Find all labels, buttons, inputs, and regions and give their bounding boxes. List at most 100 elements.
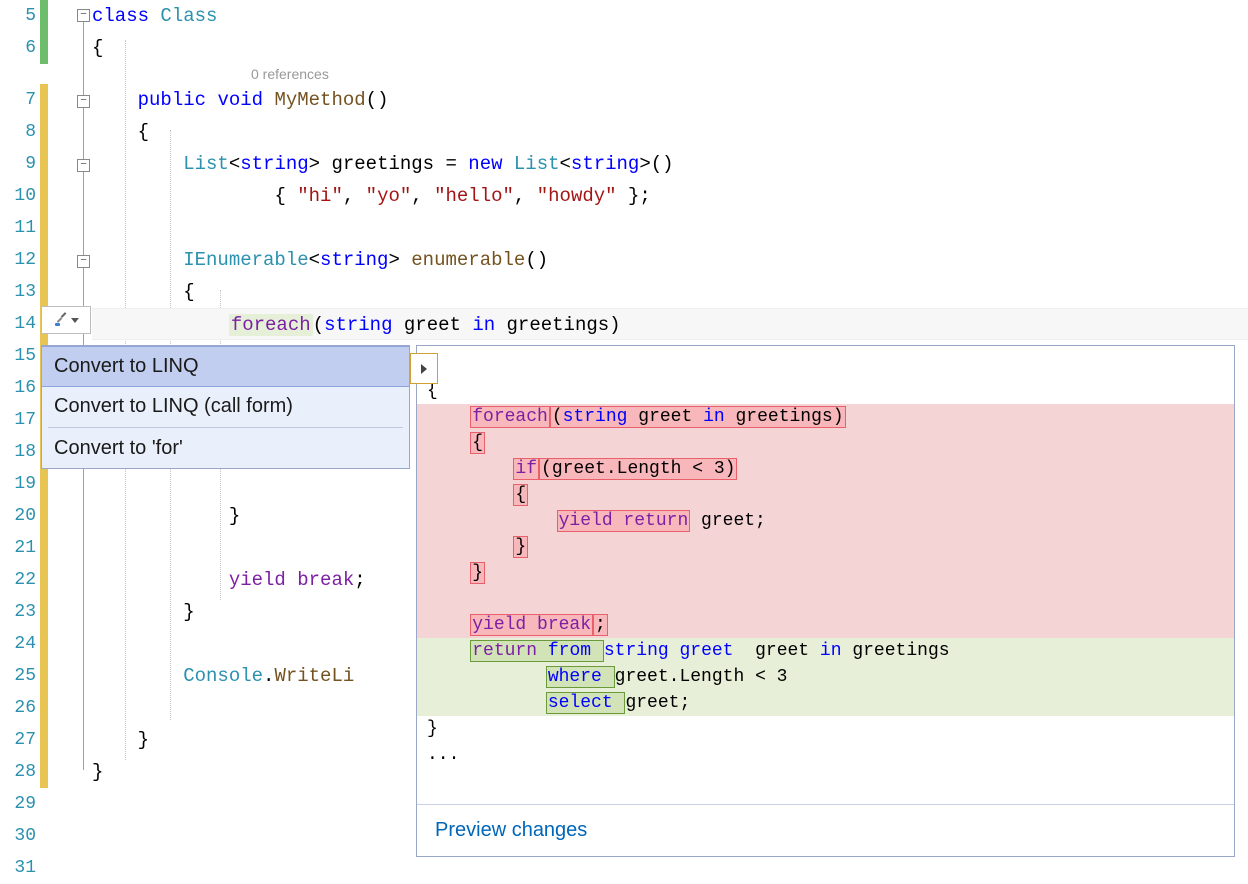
method-name: enumerable	[411, 249, 525, 271]
codelens[interactable]: 0 references	[251, 64, 329, 84]
quick-action-button[interactable]	[41, 306, 91, 334]
code-line-highlighted[interactable]: foreach(string greet in greetings)	[92, 308, 1248, 340]
line-number: 8	[0, 116, 36, 148]
menu-item-convert-linq-call[interactable]: Convert to LINQ (call form)	[42, 387, 409, 426]
brace: {	[92, 37, 103, 59]
line-number: 20	[0, 500, 36, 532]
code-line[interactable]	[92, 212, 1248, 244]
line-number: 27	[0, 724, 36, 756]
line-number: 26	[0, 692, 36, 724]
keyword: string	[320, 249, 388, 271]
line-number: 29	[0, 788, 36, 820]
diff-line: }	[427, 719, 438, 739]
code-line[interactable]: { "hi", "yo", "hello", "howdy" };	[92, 180, 1248, 212]
diff-removed-block: foreach(string greet in greetings) { if(…	[417, 404, 1234, 638]
string-literal: "yo"	[366, 185, 412, 207]
type-name: Class	[160, 5, 217, 27]
menu-item-convert-for[interactable]: Convert to 'for'	[42, 429, 409, 468]
submenu-indicator[interactable]	[410, 353, 438, 384]
change-bar-segment	[40, 116, 48, 148]
change-bar-segment	[40, 32, 48, 64]
method-name: MyMethod	[274, 89, 365, 111]
diff-added-block: return from string greet greet in greeti…	[417, 638, 1234, 716]
keyword: string	[240, 153, 308, 175]
type-name: List	[514, 153, 560, 175]
menu-item-convert-linq[interactable]: Convert to LINQ	[42, 346, 409, 387]
change-bar-segment	[40, 692, 48, 724]
line-number: 6	[0, 32, 36, 64]
code-line[interactable]: public void MyMethod()	[92, 84, 1248, 116]
change-bar-segment	[40, 532, 48, 564]
code-line[interactable]: class Class	[92, 0, 1248, 32]
collapse-toggle[interactable]: −	[77, 159, 90, 172]
diff-ellipsis: ...	[427, 745, 459, 765]
keyword: string	[324, 314, 404, 336]
brace: }	[138, 729, 149, 751]
menu-item-label: Convert to LINQ (call form)	[54, 395, 293, 417]
line-numbers: 5 6 7 8 9 10 11 12 13 14 15 16 17 18 19 …	[0, 0, 40, 884]
code-line[interactable]: {	[92, 32, 1248, 64]
code-line[interactable]: IEnumerable<string> enumerable()	[92, 244, 1248, 276]
collapse-toggle[interactable]: −	[77, 95, 90, 108]
line-number: 19	[0, 468, 36, 500]
screwdriver-icon	[53, 312, 69, 328]
line-number: 16	[0, 372, 36, 404]
string-literal: "howdy"	[537, 185, 617, 207]
keyword: yield	[229, 569, 297, 591]
method-name: WriteLi	[274, 665, 354, 687]
keyword: new	[468, 153, 514, 175]
change-bar-segment	[40, 276, 48, 308]
menu-separator	[48, 427, 403, 428]
code-line[interactable]: {	[92, 276, 1248, 308]
diff-line: {	[427, 381, 438, 401]
brace: {	[138, 121, 149, 143]
parens: ()	[366, 89, 389, 111]
change-bar-segment	[40, 724, 48, 756]
line-number: 10	[0, 180, 36, 212]
string-literal: "hello"	[434, 185, 514, 207]
collapse-toggle[interactable]: −	[77, 255, 90, 268]
keyword: string	[571, 153, 639, 175]
change-bar-segment	[40, 212, 48, 244]
type-name: List	[183, 153, 229, 175]
type-name: IEnumerable	[183, 249, 308, 271]
preview-panel: { foreach(string greet in greetings) { i…	[416, 345, 1235, 857]
change-bar-segment	[40, 628, 48, 660]
change-bar-segment	[40, 564, 48, 596]
brace: }	[183, 601, 194, 623]
change-bar-segment	[40, 500, 48, 532]
line-number: 28	[0, 756, 36, 788]
line-number: 18	[0, 436, 36, 468]
line-number: 25	[0, 660, 36, 692]
collapse-toggle[interactable]: −	[77, 9, 90, 22]
link-label: Preview changes	[435, 819, 587, 841]
change-bar-segment	[40, 64, 48, 84]
line-number: 11	[0, 212, 36, 244]
preview-diff: { foreach(string greet in greetings) { i…	[417, 346, 1234, 804]
keyword: void	[217, 89, 274, 111]
code-line[interactable]: List<string> greetings = new List<string…	[92, 148, 1248, 180]
line-number: 24	[0, 628, 36, 660]
quick-action-menu: Convert to LINQ Convert to LINQ (call fo…	[41, 345, 410, 469]
change-bar-segment	[40, 84, 48, 116]
code-line[interactable]: {	[92, 116, 1248, 148]
change-bar-segment	[40, 148, 48, 180]
preview-changes-link[interactable]: Preview changes	[417, 804, 1234, 856]
brace: }	[92, 761, 103, 783]
line-number: 12	[0, 244, 36, 276]
line-number: 7	[0, 84, 36, 116]
line-number: 31	[0, 852, 36, 884]
keyword: class	[92, 5, 160, 27]
line-number: 5	[0, 0, 36, 32]
chevron-down-icon	[71, 318, 79, 323]
line-number: 21	[0, 532, 36, 564]
keyword: in	[472, 314, 506, 336]
line-number: 13	[0, 276, 36, 308]
change-bar-segment	[40, 756, 48, 788]
brace: }	[229, 505, 240, 527]
brace: {	[183, 281, 194, 303]
line-number: 23	[0, 596, 36, 628]
line-number	[0, 64, 36, 84]
string-literal: "hi"	[297, 185, 343, 207]
type-name: Console	[183, 665, 263, 687]
